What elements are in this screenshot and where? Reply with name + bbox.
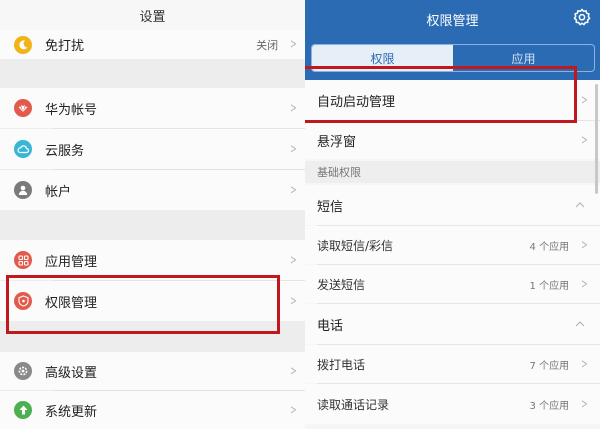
- settings-gear-icon[interactable]: [572, 7, 592, 27]
- settings-item-label: 高级设置: [45, 365, 98, 381]
- permission-group-phone[interactable]: 电话: [305, 304, 600, 344]
- update-arrow-icon: [14, 401, 32, 419]
- do-not-disturb-status: 关闭: [256, 38, 279, 52]
- group-label: 电话: [317, 318, 344, 334]
- settings-item-label: 应用管理: [45, 254, 98, 270]
- app-count: 1 个应用: [529, 280, 570, 292]
- chevron-right-icon: >: [290, 293, 297, 309]
- chevron-right-icon: >: [290, 100, 297, 116]
- item-label: 拨打电话: [317, 357, 366, 372]
- chevron-right-icon: >: [581, 276, 588, 292]
- cloud-icon: [14, 140, 32, 158]
- settings-item-label: 华为帐号: [45, 102, 98, 118]
- permission-group-sms[interactable]: 短信: [305, 185, 600, 225]
- settings-item-label: 免打扰: [45, 39, 85, 54]
- permission-send-sms[interactable]: 发送短信 1 个应用 >: [305, 265, 600, 303]
- app-count: 7 个应用: [529, 360, 570, 372]
- permission-read-call-log[interactable]: 读取通话记录 3 个应用 >: [305, 384, 600, 424]
- chevron-right-icon: >: [290, 402, 297, 418]
- chevron-right-icon: >: [581, 132, 588, 148]
- app-grid-icon: [14, 251, 32, 269]
- chevron-right-icon: >: [290, 252, 297, 268]
- settings-title: 设置: [0, 0, 305, 30]
- chevron-right-icon: >: [581, 92, 588, 108]
- settings-panel: 设置 免打扰 关闭 > 华为帐号 > 云服务 > 帐户 > 应用管理 > 权限管…: [0, 0, 305, 429]
- chevron-right-icon: >: [581, 356, 588, 372]
- user-icon: [14, 181, 32, 199]
- chevron-right-icon: >: [290, 37, 297, 52]
- permission-read-sms[interactable]: 读取短信/彩信 4 个应用 >: [305, 226, 600, 264]
- chevron-right-icon: >: [581, 237, 588, 253]
- huawei-logo-icon: [14, 99, 32, 117]
- settings-item-label: 系统更新: [45, 404, 98, 420]
- settings-item-cloud-service[interactable]: 云服务 >: [0, 129, 305, 169]
- item-label: 读取通话记录: [317, 397, 390, 412]
- settings-item-app-management[interactable]: 应用管理 >: [0, 240, 305, 280]
- chevron-right-icon: >: [290, 141, 297, 157]
- floating-window-item[interactable]: 悬浮窗 >: [305, 121, 600, 159]
- permission-management-panel: 权限管理 权限 应用 自动启动管理 > 悬浮窗 > 基础权限 短信 读取短信/彩…: [305, 0, 600, 429]
- moon-icon: [14, 35, 32, 54]
- gear-icon: [14, 362, 32, 380]
- settings-item-label: 云服务: [45, 143, 85, 159]
- item-label: 发送短信: [317, 277, 366, 292]
- chevron-up-icon: [575, 321, 585, 327]
- item-label: 读取短信/彩信: [317, 238, 394, 253]
- highlight-box-permission-management: [6, 275, 280, 334]
- settings-item-do-not-disturb[interactable]: 免打扰 关闭 >: [0, 30, 305, 59]
- settings-item-advanced[interactable]: 高级设置 >: [0, 352, 305, 390]
- settings-item-system-update[interactable]: 系统更新 >: [0, 391, 305, 429]
- chevron-right-icon: >: [581, 396, 588, 412]
- app-count: 4 个应用: [529, 241, 570, 253]
- app-count: 3 个应用: [529, 400, 570, 412]
- chevron-right-icon: >: [290, 363, 297, 379]
- item-label: 悬浮窗: [317, 134, 357, 150]
- settings-item-accounts[interactable]: 帐户 >: [0, 170, 305, 210]
- permission-make-calls[interactable]: 拨打电话 7 个应用 >: [305, 345, 600, 383]
- highlight-box-auto-start: [305, 66, 577, 123]
- chevron-up-icon: [575, 202, 585, 208]
- group-label: 短信: [317, 199, 344, 215]
- settings-item-huawei-account[interactable]: 华为帐号 >: [0, 88, 305, 128]
- page-title: 权限管理: [426, 14, 479, 29]
- scrollbar[interactable]: [595, 84, 598, 194]
- settings-item-label: 帐户: [45, 184, 72, 200]
- chevron-right-icon: >: [290, 182, 297, 198]
- section-header-basic-permissions: 基础权限: [305, 161, 600, 183]
